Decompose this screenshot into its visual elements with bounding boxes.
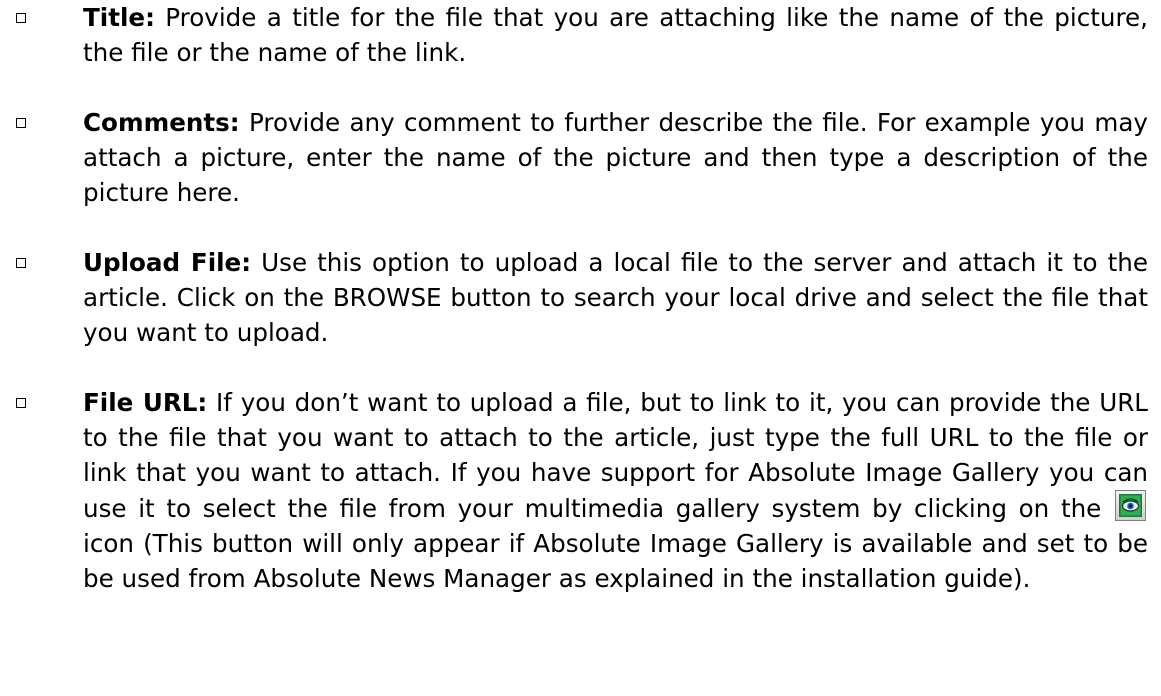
item-text: Provide a title for the file that you ar… [83, 3, 1148, 67]
item-term: Comments: [83, 108, 240, 137]
item-text: Provide any comment to further describe … [83, 108, 1148, 207]
item-text-after-icon: icon (This button will only appear if Ab… [83, 529, 1148, 593]
item-term: Title: [83, 3, 155, 32]
square-bullet-icon [16, 118, 26, 128]
list-item-upload-file: Upload File: Use this option to upload a… [0, 245, 1148, 350]
square-bullet-icon [16, 258, 26, 268]
list-item-file-url: File URL: If you don’t want to upload a … [0, 385, 1148, 596]
document-page: Title: Provide a title for the file that… [0, 0, 1161, 596]
square-bullet-icon [16, 13, 26, 23]
list-item-title: Title: Provide a title for the file that… [0, 0, 1148, 70]
square-bullet-icon [16, 398, 26, 408]
gallery-eye-icon [1115, 490, 1146, 521]
item-text-before-icon: If you don’t want to upload a file, but … [83, 388, 1149, 523]
list-item-comments: Comments: Provide any comment to further… [0, 105, 1148, 210]
item-term: Upload File: [83, 248, 252, 277]
item-term: File URL: [83, 388, 208, 417]
